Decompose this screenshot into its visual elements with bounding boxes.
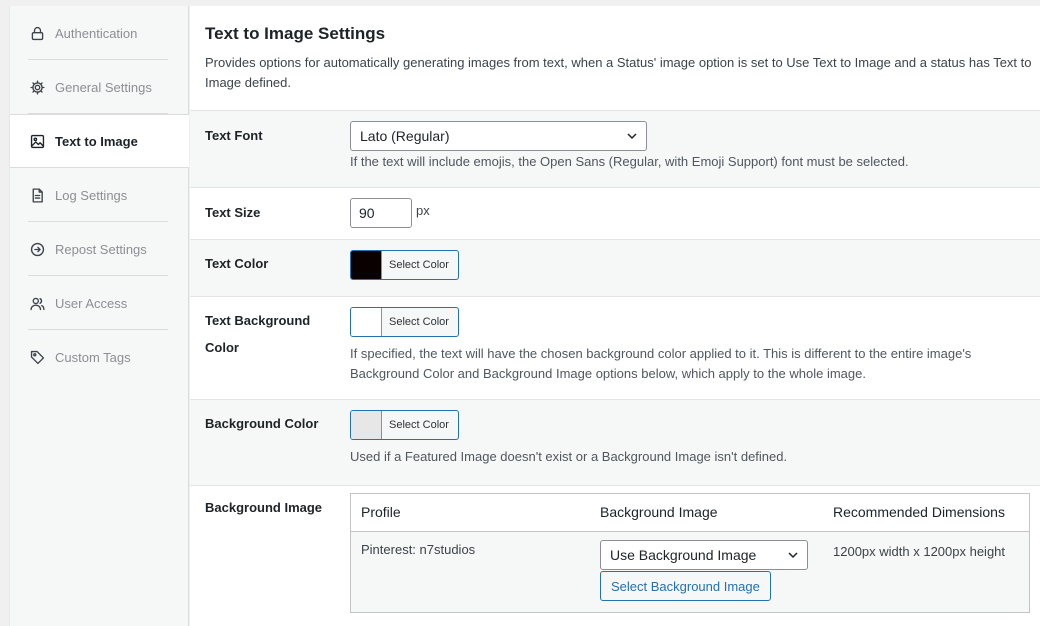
table-row: Pinterest: n7studios Use Background Imag… xyxy=(351,532,1029,612)
text-size-input[interactable]: 90 xyxy=(350,198,412,228)
sidebar-item-label: Log Settings xyxy=(55,187,128,203)
document-icon xyxy=(28,186,46,204)
column-header-background-image: Background Image xyxy=(600,504,718,520)
text-font-select[interactable]: Lato (Regular) xyxy=(350,121,647,151)
sidebar-item-repost-settings[interactable]: Repost Settings xyxy=(10,222,188,276)
background-color-row: Background Color Select Color Used if a … xyxy=(190,399,1040,485)
text-font-description: If the text will include emojis, the Ope… xyxy=(350,154,909,169)
background-image-label: Background Image xyxy=(205,500,323,515)
arrow-circle-icon xyxy=(28,240,46,258)
section-description: Provides options for automatically gener… xyxy=(205,55,1032,90)
background-color-picker-button[interactable]: Select Color xyxy=(350,410,459,440)
page-title: Text to Image Settings xyxy=(205,24,386,43)
chevron-down-icon xyxy=(627,133,637,140)
sidebar-item-authentication[interactable]: Authentication xyxy=(10,6,188,60)
color-swatch xyxy=(351,308,382,336)
text-background-color-row: Text Background Color Select Color If sp… xyxy=(190,296,1040,399)
sidebar-item-label: User Access xyxy=(55,295,128,311)
background-image-select-value: Use Background Image xyxy=(610,547,757,563)
sidebar-item-text-to-image[interactable]: Text to Image xyxy=(10,114,189,168)
text-background-color-label: Text Background Color xyxy=(205,313,311,355)
background-image-row: Background Image Profile Background Imag… xyxy=(190,485,1040,625)
text-size-label: Text Size xyxy=(205,205,261,220)
image-icon xyxy=(28,132,46,150)
chevron-down-icon xyxy=(788,552,798,559)
profile-name: Pinterest: n7studios xyxy=(361,542,476,557)
users-icon xyxy=(28,294,46,312)
text-color-label: Text Color xyxy=(205,256,269,271)
sidebar-item-label: General Settings xyxy=(55,79,152,95)
text-font-row: Text Font Lato (Regular) If the text wil… xyxy=(190,110,1040,187)
text-font-label: Text Font xyxy=(205,128,263,143)
select-color-label: Select Color xyxy=(389,316,449,328)
select-background-image-button[interactable]: Select Background Image xyxy=(600,571,771,601)
background-color-description: Used if a Featured Image doesn't exist o… xyxy=(350,449,788,464)
text-size-unit: px xyxy=(416,203,430,218)
settings-panel: Text to Image Settings Provides options … xyxy=(190,6,1040,626)
text-font-value: Lato (Regular) xyxy=(360,128,450,144)
color-swatch xyxy=(351,411,382,439)
recommended-dimensions-value: 1200px width x 1200px height xyxy=(833,544,1006,559)
select-color-label: Select Color xyxy=(389,419,449,431)
column-header-profile: Profile xyxy=(361,504,401,520)
lock-icon xyxy=(28,24,46,42)
column-header-recommended-dimensions: Recommended Dimensions xyxy=(833,504,1005,520)
settings-sidebar: Authentication General Settings Text to … xyxy=(9,6,189,626)
sidebar-item-custom-tags[interactable]: Custom Tags xyxy=(10,330,188,384)
select-color-label: Select Color xyxy=(389,259,449,271)
tag-icon xyxy=(28,348,46,366)
background-image-select[interactable]: Use Background Image xyxy=(600,540,808,570)
background-image-table: Profile Background Image Recommended Dim… xyxy=(350,493,1030,613)
sidebar-item-label: Repost Settings xyxy=(55,241,147,257)
table-header: Profile Background Image Recommended Dim… xyxy=(351,494,1029,532)
text-background-color-description: If specified, the text will have the cho… xyxy=(350,346,972,381)
sidebar-item-user-access[interactable]: User Access xyxy=(10,276,188,330)
sidebar-item-label: Custom Tags xyxy=(55,349,131,365)
sidebar-item-general-settings[interactable]: General Settings xyxy=(10,60,188,114)
background-color-label: Background Color xyxy=(205,416,319,431)
text-color-row: Text Color Select Color xyxy=(190,239,1040,296)
sidebar-item-label: Text to Image xyxy=(55,133,138,149)
text-size-row: Text Size 90 px xyxy=(190,187,1040,239)
sidebar-item-log-settings[interactable]: Log Settings xyxy=(10,168,188,222)
sidebar-item-label: Authentication xyxy=(55,25,138,41)
text-color-picker-button[interactable]: Select Color xyxy=(350,250,459,280)
text-background-color-picker-button[interactable]: Select Color xyxy=(350,307,459,337)
gear-icon xyxy=(28,78,46,96)
color-swatch xyxy=(351,251,382,279)
